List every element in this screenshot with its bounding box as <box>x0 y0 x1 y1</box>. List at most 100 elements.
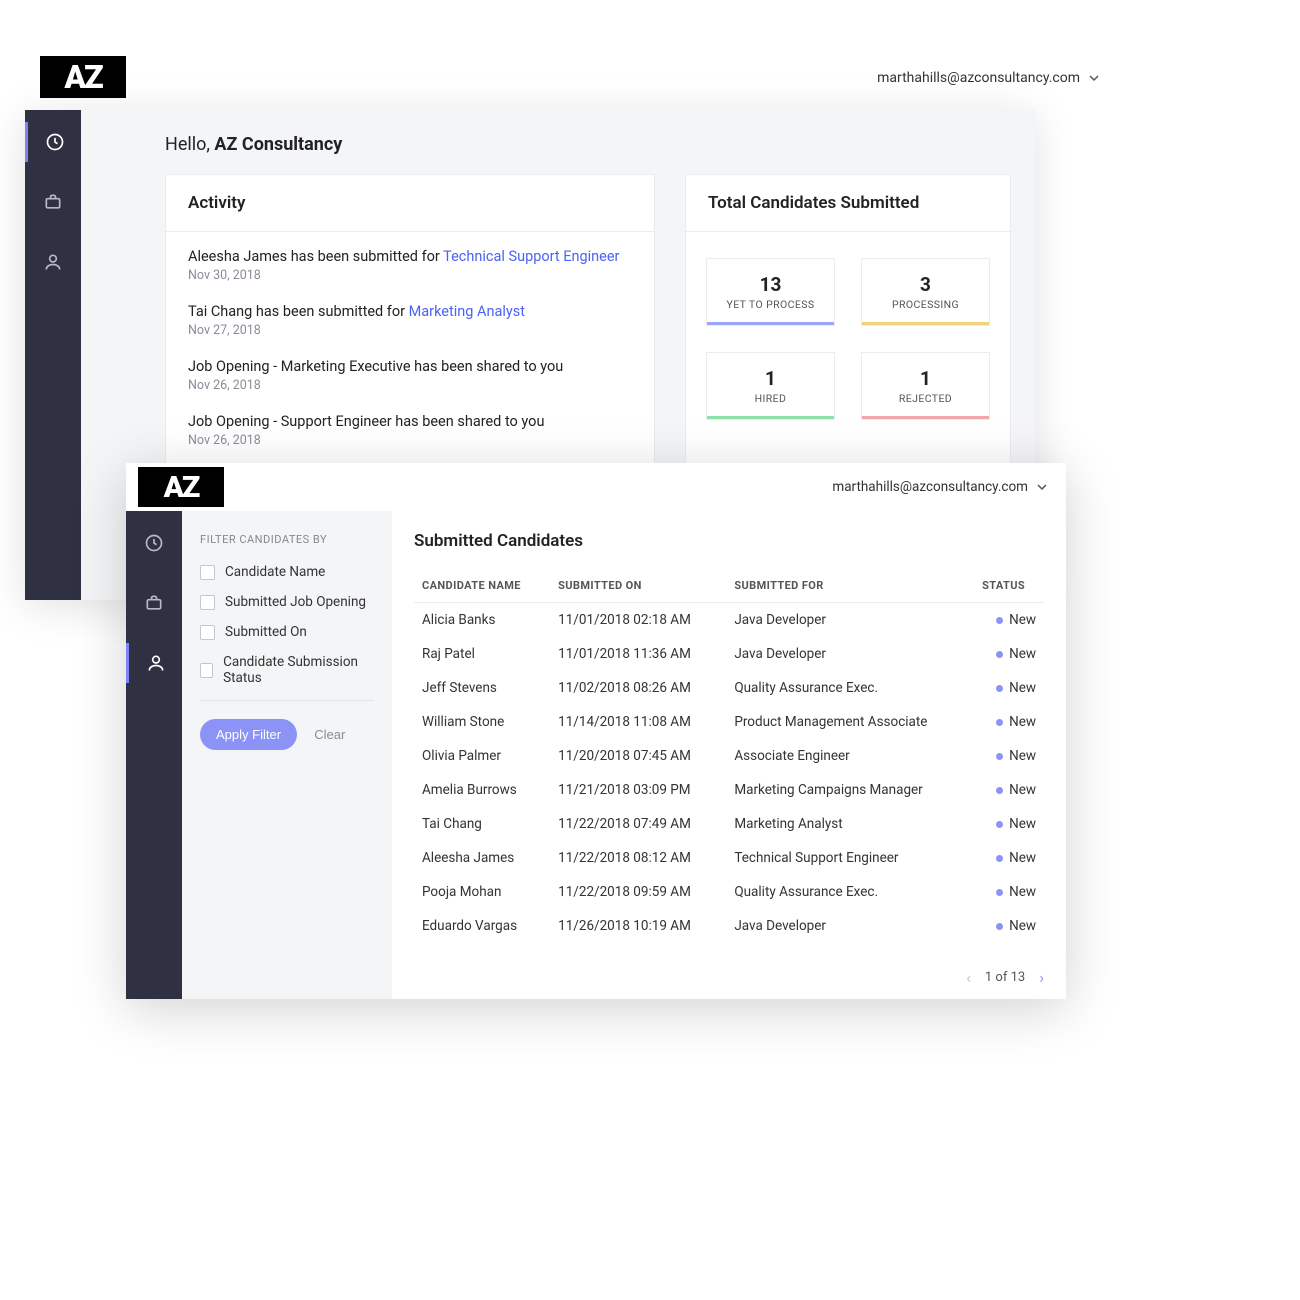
apply-filter-button[interactable]: Apply Filter <box>200 719 297 750</box>
stat-label: PROCESSING <box>892 298 959 311</box>
greeting-prefix: Hello, <box>165 134 214 155</box>
table-row[interactable]: Aleesha James11/22/2018 08:12 AMTechnica… <box>414 841 1044 875</box>
stat-box-yet-to-process[interactable]: 13 YET TO PROCESS <box>706 258 835 326</box>
checkbox[interactable] <box>200 663 213 678</box>
checkbox[interactable] <box>200 565 215 580</box>
cell-name: Jeff Stevens <box>414 671 550 705</box>
page-indicator: 1 of 13 <box>985 970 1025 985</box>
sidebar-nav <box>126 511 182 999</box>
table-row[interactable]: Alicia Banks11/01/2018 02:18 AMJava Deve… <box>414 603 1044 638</box>
cell-submitted-for: Marketing Campaigns Manager <box>726 773 974 807</box>
chevron-down-icon <box>1036 481 1048 493</box>
stat-box-processing[interactable]: 3 PROCESSING <box>861 258 990 326</box>
cell-submitted-for: Quality Assurance Exec. <box>726 875 974 909</box>
cell-submitted-for: Java Developer <box>726 637 974 671</box>
cell-name: Alicia Banks <box>414 603 550 638</box>
cell-submitted-on: 11/02/2018 08:26 AM <box>550 671 726 705</box>
sidebar-item-dashboard[interactable] <box>126 523 182 563</box>
table-row[interactable]: Pooja Mohan11/22/2018 09:59 AMQuality As… <box>414 875 1044 909</box>
cell-name: Amelia Burrows <box>414 773 550 807</box>
clear-filter-button[interactable]: Clear <box>314 727 345 742</box>
table-row[interactable]: Olivia Palmer11/20/2018 07:45 AMAssociat… <box>414 739 1044 773</box>
activity-link[interactable]: Technical Support Engineer <box>443 248 619 265</box>
cell-submitted-for: Java Developer <box>726 909 974 943</box>
filter-option[interactable]: Candidate Submission Status <box>200 654 374 686</box>
activity-text: Aleesha James has been submitted for Tec… <box>188 248 632 265</box>
cell-status: New <box>974 875 1044 909</box>
filter-option[interactable]: Submitted On <box>200 624 374 640</box>
checkbox[interactable] <box>200 625 215 640</box>
activity-date: Nov 27, 2018 <box>188 323 632 338</box>
divider <box>200 700 374 701</box>
table-row[interactable]: Raj Patel11/01/2018 11:36 AMJava Develop… <box>414 637 1044 671</box>
stat-underline <box>862 416 989 419</box>
activity-item: Aleesha James has been submitted for Tec… <box>166 238 654 293</box>
activity-link[interactable]: Marketing Analyst <box>409 303 525 320</box>
pagination: ‹ 1 of 13 › <box>966 968 1044 987</box>
cell-submitted-for: Product Management Associate <box>726 705 974 739</box>
col-status[interactable]: STATUS <box>974 569 1044 603</box>
stat-number: 1 <box>765 367 776 390</box>
filter-option-label: Candidate Submission Status <box>223 654 374 686</box>
stat-underline <box>707 322 834 325</box>
next-page-button[interactable]: › <box>1039 968 1044 987</box>
briefcase-icon <box>43 192 63 212</box>
cell-submitted-for: Quality Assurance Exec. <box>726 671 974 705</box>
activity-text: Tai Chang has been submitted for Marketi… <box>188 303 632 320</box>
cell-status: New <box>974 841 1044 875</box>
cell-status: New <box>974 603 1044 638</box>
prev-page-button[interactable]: ‹ <box>966 968 971 987</box>
cell-submitted-on: 11/14/2018 11:08 AM <box>550 705 726 739</box>
stat-label: YET TO PROCESS <box>727 298 815 311</box>
stat-number: 3 <box>920 273 931 296</box>
candidates-table: CANDIDATE NAME SUBMITTED ON SUBMITTED FO… <box>414 569 1044 943</box>
stat-label: REJECTED <box>899 392 952 405</box>
cell-status: New <box>974 671 1044 705</box>
filter-option-label: Candidate Name <box>225 564 325 580</box>
filter-option[interactable]: Candidate Name <box>200 564 374 580</box>
activity-text: Job Opening - Support Engineer has been … <box>188 413 632 430</box>
sidebar-item-jobs[interactable] <box>126 583 182 623</box>
cell-submitted-for: Marketing Analyst <box>726 807 974 841</box>
filter-option-label: Submitted Job Opening <box>225 594 366 610</box>
cell-submitted-for: Java Developer <box>726 603 974 638</box>
col-submitted-for[interactable]: SUBMITTED FOR <box>726 569 974 603</box>
checkbox[interactable] <box>200 595 215 610</box>
table-row[interactable]: Eduardo Vargas11/26/2018 10:19 AMJava De… <box>414 909 1044 943</box>
cell-submitted-for: Associate Engineer <box>726 739 974 773</box>
sidebar-item-jobs[interactable] <box>25 182 81 222</box>
dashboard-icon <box>45 132 65 152</box>
stat-number: 1 <box>920 367 931 390</box>
stat-number: 13 <box>760 273 782 296</box>
app-logo: AZ <box>138 467 224 507</box>
status-dot-icon <box>996 719 1003 726</box>
activity-date: Nov 26, 2018 <box>188 378 632 393</box>
status-dot-icon <box>996 889 1003 896</box>
activity-title: Activity <box>166 175 654 232</box>
sidebar-item-candidates[interactable] <box>25 242 81 282</box>
cell-name: Aleesha James <box>414 841 550 875</box>
table-row[interactable]: Amelia Burrows11/21/2018 03:09 PMMarketi… <box>414 773 1044 807</box>
col-submitted-on[interactable]: SUBMITTED ON <box>550 569 726 603</box>
stat-box-rejected[interactable]: 1 REJECTED <box>861 352 990 420</box>
table-row[interactable]: Jeff Stevens11/02/2018 08:26 AMQuality A… <box>414 671 1044 705</box>
activity-list: Aleesha James has been submitted for Tec… <box>166 232 654 464</box>
sidebar-item-candidates[interactable] <box>126 643 182 683</box>
user-menu[interactable]: marthahills@azconsultancy.com <box>832 479 1048 495</box>
filter-option[interactable]: Submitted Job Opening <box>200 594 374 610</box>
table-row[interactable]: William Stone11/14/2018 11:08 AMProduct … <box>414 705 1044 739</box>
cell-name: Raj Patel <box>414 637 550 671</box>
cell-submitted-on: 11/21/2018 03:09 PM <box>550 773 726 807</box>
col-name[interactable]: CANDIDATE NAME <box>414 569 550 603</box>
sidebar-item-dashboard[interactable] <box>25 122 81 162</box>
cell-name: Pooja Mohan <box>414 875 550 909</box>
stat-box-hired[interactable]: 1HIRED <box>706 352 835 420</box>
window-header: AZ marthahills@azconsultancy.com <box>126 463 1066 511</box>
status-dot-icon <box>996 753 1003 760</box>
stat-underline <box>707 416 834 419</box>
status-dot-icon <box>996 651 1003 658</box>
table-row[interactable]: Tai Chang11/22/2018 07:49 AMMarketing An… <box>414 807 1044 841</box>
user-menu[interactable]: marthahills@azconsultancy.com <box>877 70 1100 86</box>
cell-status: New <box>974 739 1044 773</box>
cell-name: Olivia Palmer <box>414 739 550 773</box>
